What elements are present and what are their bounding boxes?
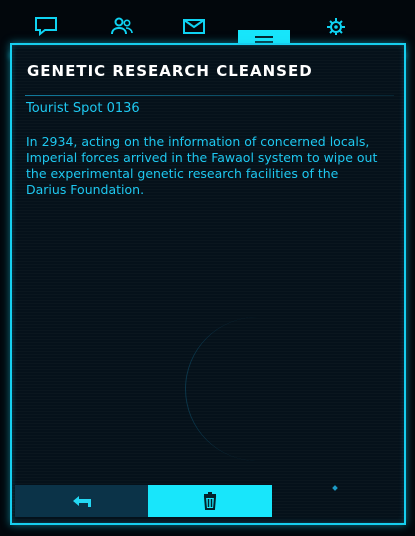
- tab-settings[interactable]: [310, 10, 362, 42]
- tab-mail[interactable]: [168, 10, 220, 42]
- trash-icon: [203, 492, 217, 510]
- article-body: In 2934, acting on the information of co…: [26, 134, 378, 197]
- back-arrow-icon: [72, 496, 91, 507]
- friends-icon: [111, 17, 133, 35]
- mail-icon: [183, 19, 205, 34]
- article-title: GENETIC RESEARCH CLEANSED: [27, 62, 313, 80]
- back-button[interactable]: [15, 485, 148, 517]
- chat-icon: [35, 17, 57, 36]
- delete-button[interactable]: [148, 485, 272, 517]
- tab-chat[interactable]: [20, 10, 72, 42]
- title-divider: [25, 95, 394, 96]
- action-bar: [15, 485, 405, 521]
- article-panel: GENETIC RESEARCH CLEANSED Tourist Spot 0…: [10, 43, 406, 525]
- tab-friends[interactable]: [96, 10, 148, 42]
- article-subtitle: Tourist Spot 0136: [26, 101, 140, 116]
- gear-icon: [327, 18, 345, 35]
- background-arc: [185, 317, 330, 461]
